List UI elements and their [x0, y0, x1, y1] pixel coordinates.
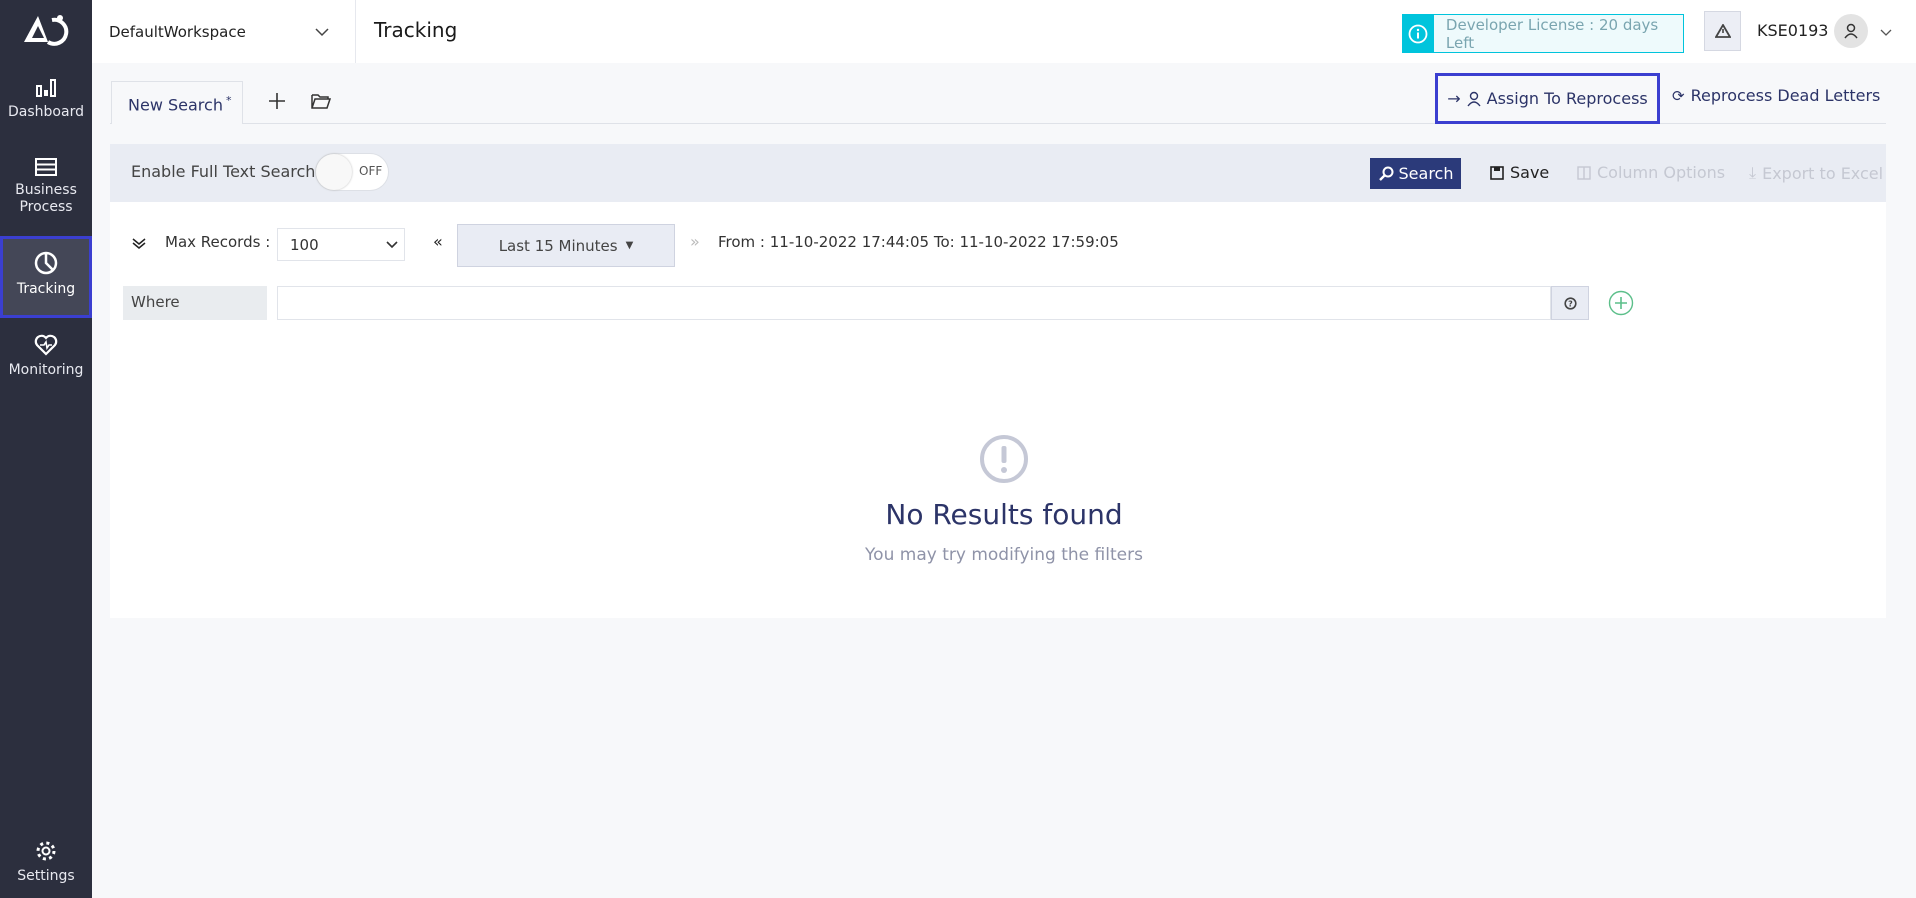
- sidebar-item-label: Monitoring: [8, 362, 84, 378]
- svg-text:?: ?: [1568, 299, 1573, 308]
- tab-label: New Search: [128, 95, 223, 115]
- add-tab-icon[interactable]: [268, 92, 286, 110]
- chevron-down-icon: [386, 241, 398, 249]
- refresh-icon: ⟳: [1672, 86, 1685, 105]
- reprocess-dead-letters-button[interactable]: ⟳ Reprocess Dead Letters: [1672, 86, 1880, 105]
- column-options-label: Column Options: [1597, 163, 1726, 182]
- sidebar-item-label: Tracking: [16, 281, 76, 297]
- alerts-button[interactable]: [1704, 11, 1741, 51]
- username[interactable]: KSE0193: [1757, 21, 1828, 40]
- gear-icon: [36, 841, 56, 861]
- license-text: Developer License : 20 days Left: [1445, 15, 1659, 52]
- save-button[interactable]: Save: [1490, 163, 1549, 182]
- sidebar-item-tracking[interactable]: Tracking: [0, 236, 92, 318]
- download-icon: ⤓: [1749, 163, 1757, 182]
- heart-pulse-icon: [34, 334, 58, 356]
- warning-icon: [1714, 24, 1731, 38]
- time-range-value: Last 15 Minutes: [498, 236, 618, 255]
- exclamation-circle-icon: [980, 435, 1028, 483]
- license-badge: Developer License : 20 days Left: [1402, 14, 1684, 53]
- sidebar-item-monitoring[interactable]: Monitoring: [0, 334, 92, 379]
- max-records-value: 100: [290, 236, 319, 254]
- assign-to-reprocess-button[interactable]: → Assign To Reprocess: [1435, 73, 1660, 124]
- folder-open-icon[interactable]: [311, 93, 331, 109]
- header: DefaultWorkspace Tracking Developer Lice…: [92, 0, 1916, 63]
- sidebar-item-dashboard[interactable]: Dashboard: [0, 78, 92, 121]
- export-excel-button[interactable]: ⤓ Export to Excel: [1749, 163, 1883, 183]
- export-label: Export to Excel: [1762, 163, 1884, 183]
- sidebar-item-label: Business Process: [15, 182, 77, 215]
- column-options-button[interactable]: Column Options: [1577, 163, 1725, 182]
- results-panel: Max Records : 100 « Last 15 Minutes ▼ » F…: [110, 202, 1886, 618]
- save-label: Save: [1510, 163, 1550, 182]
- previous-range-icon[interactable]: «: [433, 232, 443, 251]
- where-label: Where: [123, 286, 267, 320]
- workspace-selector[interactable]: DefaultWorkspace: [92, 0, 355, 63]
- where-input[interactable]: [277, 286, 1551, 320]
- help-icon: ?: [1563, 296, 1577, 310]
- sidebar-item-business-process[interactable]: Business Process: [0, 158, 92, 216]
- modified-indicator: *: [225, 94, 232, 107]
- search-icon: [1378, 166, 1394, 181]
- sidebar-item-settings[interactable]: Settings: [0, 840, 92, 885]
- date-range-text: From : 11-10-2022 17:44:05 To: 11-10-202…: [718, 233, 1119, 251]
- app-logo[interactable]: [22, 12, 70, 50]
- tab-new-search[interactable]: New Search *: [111, 81, 243, 124]
- columns-icon: [1577, 165, 1591, 180]
- sidebar: Dashboard Business Process Tracking Moni…: [0, 0, 92, 898]
- empty-state-title: No Results found: [885, 498, 1123, 531]
- sidebar-item-label: Settings: [17, 868, 75, 884]
- workspace-name: DefaultWorkspace: [109, 22, 246, 41]
- toggle-knob: [316, 154, 352, 190]
- user-icon: [1467, 91, 1481, 106]
- sidebar-item-label: Dashboard: [8, 104, 84, 120]
- next-range-icon[interactable]: »: [690, 232, 700, 251]
- save-icon: [1490, 165, 1504, 180]
- toggle-state: OFF: [359, 164, 383, 178]
- search-label: Search: [1398, 164, 1454, 183]
- page-title: Tracking: [374, 18, 458, 42]
- user-icon: [1844, 23, 1858, 39]
- full-text-search-label: Enable Full Text Search: [131, 162, 316, 181]
- chevron-down-icon[interactable]: [1880, 29, 1892, 37]
- bar-chart-icon: [36, 79, 56, 97]
- query-help-button[interactable]: ?: [1551, 286, 1589, 320]
- full-text-search-toggle[interactable]: OFF: [315, 153, 389, 191]
- server-icon: [35, 158, 57, 176]
- pie-chart-icon: [34, 251, 58, 275]
- arrow-right-icon: →: [1447, 89, 1461, 108]
- max-records-select[interactable]: 100: [277, 228, 405, 261]
- time-range-dropdown[interactable]: Last 15 Minutes ▼: [457, 224, 675, 267]
- caret-down-icon: ▼: [625, 240, 634, 251]
- divider: [355, 0, 356, 63]
- info-icon: [1403, 15, 1434, 52]
- collapse-filters-icon[interactable]: [132, 238, 146, 250]
- max-records-label: Max Records :: [165, 233, 271, 251]
- assign-label: Assign To Reprocess: [1486, 89, 1648, 108]
- empty-state-subtitle: You may try modifying the filters: [865, 545, 1143, 565]
- chevron-down-icon: [315, 28, 329, 37]
- search-button[interactable]: Search: [1370, 158, 1461, 189]
- add-condition-icon[interactable]: [1608, 290, 1634, 316]
- search-toolbar: Enable Full Text Search OFF Search Save …: [110, 144, 1886, 202]
- reprocess-label: Reprocess Dead Letters: [1690, 86, 1881, 105]
- avatar[interactable]: [1834, 14, 1868, 48]
